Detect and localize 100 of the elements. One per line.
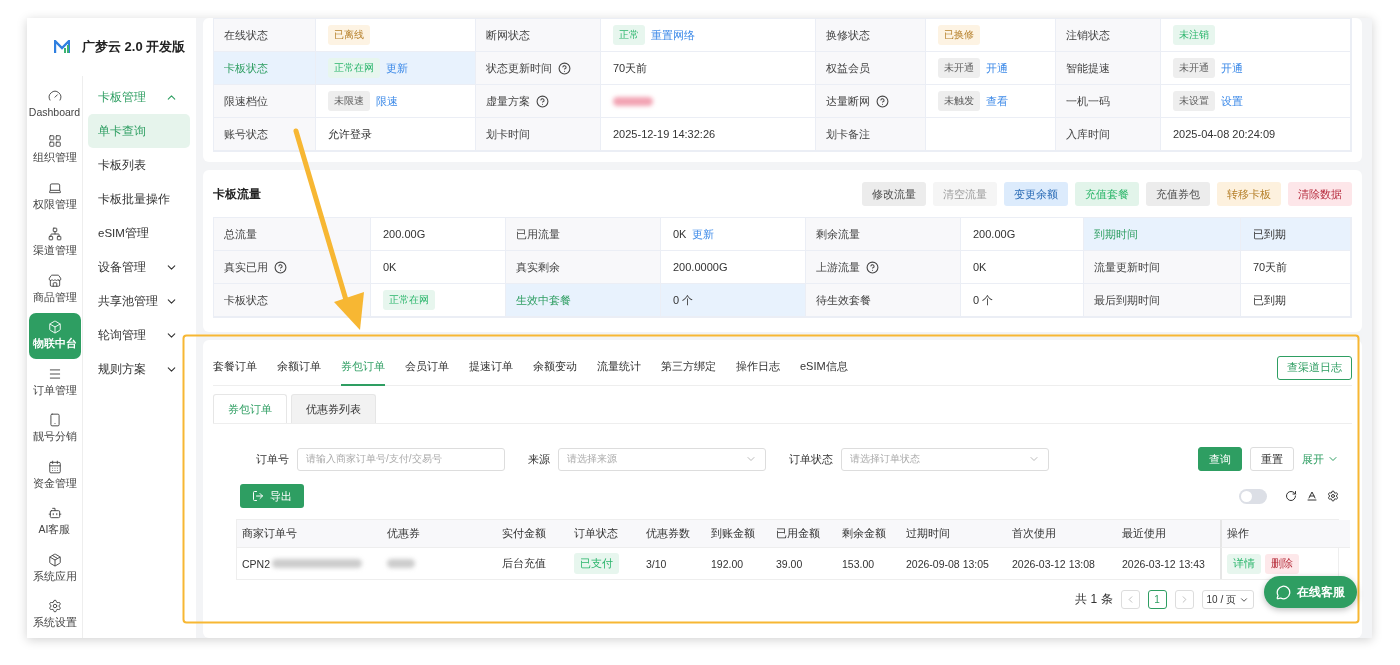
field-label: 到期时间 bbox=[1094, 226, 1138, 242]
rail-item[interactable]: 靓号分销 bbox=[28, 405, 81, 452]
column-header: 商家订单号 bbox=[237, 520, 382, 548]
refresh-icon[interactable] bbox=[1285, 490, 1297, 502]
column-header: 过期时间 bbox=[901, 520, 1007, 548]
rail-item[interactable]: 订单管理 bbox=[28, 359, 81, 406]
help-icon[interactable] bbox=[876, 94, 889, 108]
table-cell-text: 后台充值 bbox=[501, 555, 547, 571]
settings-icon[interactable] bbox=[1327, 490, 1339, 502]
action-link[interactable]: 开通 bbox=[986, 60, 1008, 76]
status-tag: 正常 bbox=[613, 25, 645, 45]
rail-item[interactable]: 资金管理 bbox=[28, 452, 81, 499]
subtab[interactable]: 优惠券列表 bbox=[291, 394, 376, 423]
action-link[interactable]: 更新 bbox=[692, 226, 715, 242]
action-button[interactable]: 变更余额 bbox=[1004, 182, 1068, 206]
row-action-button[interactable]: 删除 bbox=[1265, 553, 1299, 574]
subtab[interactable]: 券包订单 bbox=[213, 394, 287, 423]
page-size-select[interactable]: 10 / 页 bbox=[1201, 590, 1254, 609]
rail-item[interactable]: 权限管理 bbox=[28, 173, 81, 220]
card-title: 卡板流量 bbox=[213, 185, 261, 203]
tab[interactable]: 提速订单 bbox=[469, 349, 513, 386]
field-label: 待生效套餐 bbox=[816, 292, 871, 308]
field-label: 限速档位 bbox=[224, 93, 268, 109]
field-label: 划卡时间 bbox=[486, 126, 530, 142]
network-icon bbox=[47, 227, 62, 242]
action-button[interactable]: 清除数据 bbox=[1288, 182, 1352, 206]
tab[interactable]: 操作日志 bbox=[736, 349, 780, 386]
laptop-icon bbox=[47, 180, 62, 195]
column-header: 优惠券数 bbox=[641, 520, 706, 548]
tab[interactable]: 券包订单 bbox=[341, 349, 385, 386]
field-label: 已用流量 bbox=[516, 226, 560, 242]
rail-item[interactable]: AI客服 bbox=[28, 498, 81, 545]
rail-item[interactable]: 组织管理 bbox=[28, 126, 81, 173]
chat-icon bbox=[1276, 584, 1291, 600]
tab[interactable]: 余额变动 bbox=[533, 349, 577, 386]
tab[interactable]: 余额订单 bbox=[277, 349, 321, 386]
column-header: 最近使用 bbox=[1117, 520, 1220, 548]
menu-item[interactable]: 卡板批量操作 bbox=[88, 182, 190, 216]
status-tag: 已换修 bbox=[938, 25, 980, 45]
field-label: 状态更新时间 bbox=[486, 60, 552, 76]
status-tag: 未开通 bbox=[938, 58, 980, 78]
value-text: 2025-12-19 14:32:26 bbox=[613, 128, 716, 140]
field-label: 卡板状态 bbox=[224, 292, 268, 308]
tab[interactable]: 套餐订单 bbox=[213, 349, 257, 386]
filter-label: 来源 bbox=[528, 451, 550, 467]
logo-icon bbox=[54, 40, 70, 54]
text-height-icon[interactable] bbox=[1306, 490, 1318, 502]
tab[interactable]: 第三方绑定 bbox=[661, 349, 716, 386]
status-tag: 未限速 bbox=[328, 91, 370, 111]
status-tag: 已支付 bbox=[574, 553, 619, 574]
status-tag: 正常在网 bbox=[383, 290, 435, 310]
channel-log-button[interactable]: 查渠道日志 bbox=[1277, 355, 1352, 380]
status-tag: 未开通 bbox=[1173, 58, 1215, 78]
table-cell-text: 153.00 bbox=[841, 556, 876, 572]
rail-item[interactable]: 系统设置 bbox=[28, 591, 81, 638]
rail-item[interactable]: 渠道管理 bbox=[28, 219, 81, 266]
total-count: 共 1 条 bbox=[1075, 591, 1113, 608]
help-icon[interactable] bbox=[274, 260, 287, 274]
help-icon[interactable] bbox=[536, 94, 549, 108]
value-text: 200.0000G bbox=[673, 261, 728, 273]
menu-item[interactable]: eSIM管理 bbox=[88, 216, 190, 250]
menu-group[interactable]: 设备管理 bbox=[88, 250, 190, 284]
toggle-switch[interactable] bbox=[1239, 488, 1267, 504]
help-icon[interactable] bbox=[866, 260, 879, 274]
tab[interactable]: eSIM信息 bbox=[800, 349, 848, 386]
table-cell: CPN2 bbox=[242, 557, 270, 570]
value-text: 0K bbox=[673, 228, 687, 240]
rail-item[interactable]: 系统应用 bbox=[28, 545, 81, 592]
column-header: 首次使用 bbox=[1007, 520, 1117, 548]
tab[interactable]: 流量统计 bbox=[597, 349, 641, 386]
store-icon bbox=[47, 273, 62, 288]
page-button[interactable]: 1 bbox=[1147, 590, 1167, 609]
action-link[interactable]: 限速 bbox=[376, 93, 398, 109]
rail-item[interactable]: Dashboard bbox=[28, 80, 81, 127]
menu-group[interactable]: 卡板管理 bbox=[88, 80, 190, 114]
action-link[interactable]: 重置网络 bbox=[651, 27, 695, 43]
value-text: 允许登录 bbox=[328, 126, 372, 142]
field-label: 账号状态 bbox=[224, 126, 268, 142]
table-cell-text: 2026-03-12 13:43 bbox=[1121, 556, 1206, 572]
menu-group[interactable]: 共享池管理 bbox=[88, 284, 190, 318]
action-link[interactable]: 查看 bbox=[986, 93, 1008, 109]
action-button[interactable]: 修改流量 bbox=[862, 182, 926, 206]
help-icon[interactable] bbox=[558, 61, 571, 75]
table-cell-text: 2026-09-08 13:05 bbox=[905, 556, 990, 572]
action-link[interactable]: 开通 bbox=[1221, 60, 1243, 76]
action-button[interactable]: 充值券包 bbox=[1146, 182, 1210, 206]
brand-name: 广梦云 2.0 开发版 bbox=[82, 38, 186, 56]
gauge-icon bbox=[47, 88, 62, 103]
menu-group[interactable]: 规则方案 bbox=[88, 352, 190, 386]
expand-link[interactable]: 展开 bbox=[1302, 451, 1339, 467]
menu-item[interactable]: 卡板列表 bbox=[88, 148, 190, 182]
rail-item[interactable]: 商品管理 bbox=[28, 266, 81, 313]
bot-icon bbox=[47, 506, 62, 521]
column-header: 已用金额 bbox=[771, 520, 837, 548]
reset-button[interactable]: 重置 bbox=[1250, 447, 1294, 471]
filter-label: 订单号 bbox=[256, 451, 289, 467]
table-cell-text: 39.00 bbox=[775, 556, 804, 572]
tab[interactable]: 会员订单 bbox=[405, 349, 449, 386]
menu-group[interactable]: 轮询管理 bbox=[88, 318, 190, 352]
action-link[interactable]: 设置 bbox=[1221, 93, 1243, 109]
